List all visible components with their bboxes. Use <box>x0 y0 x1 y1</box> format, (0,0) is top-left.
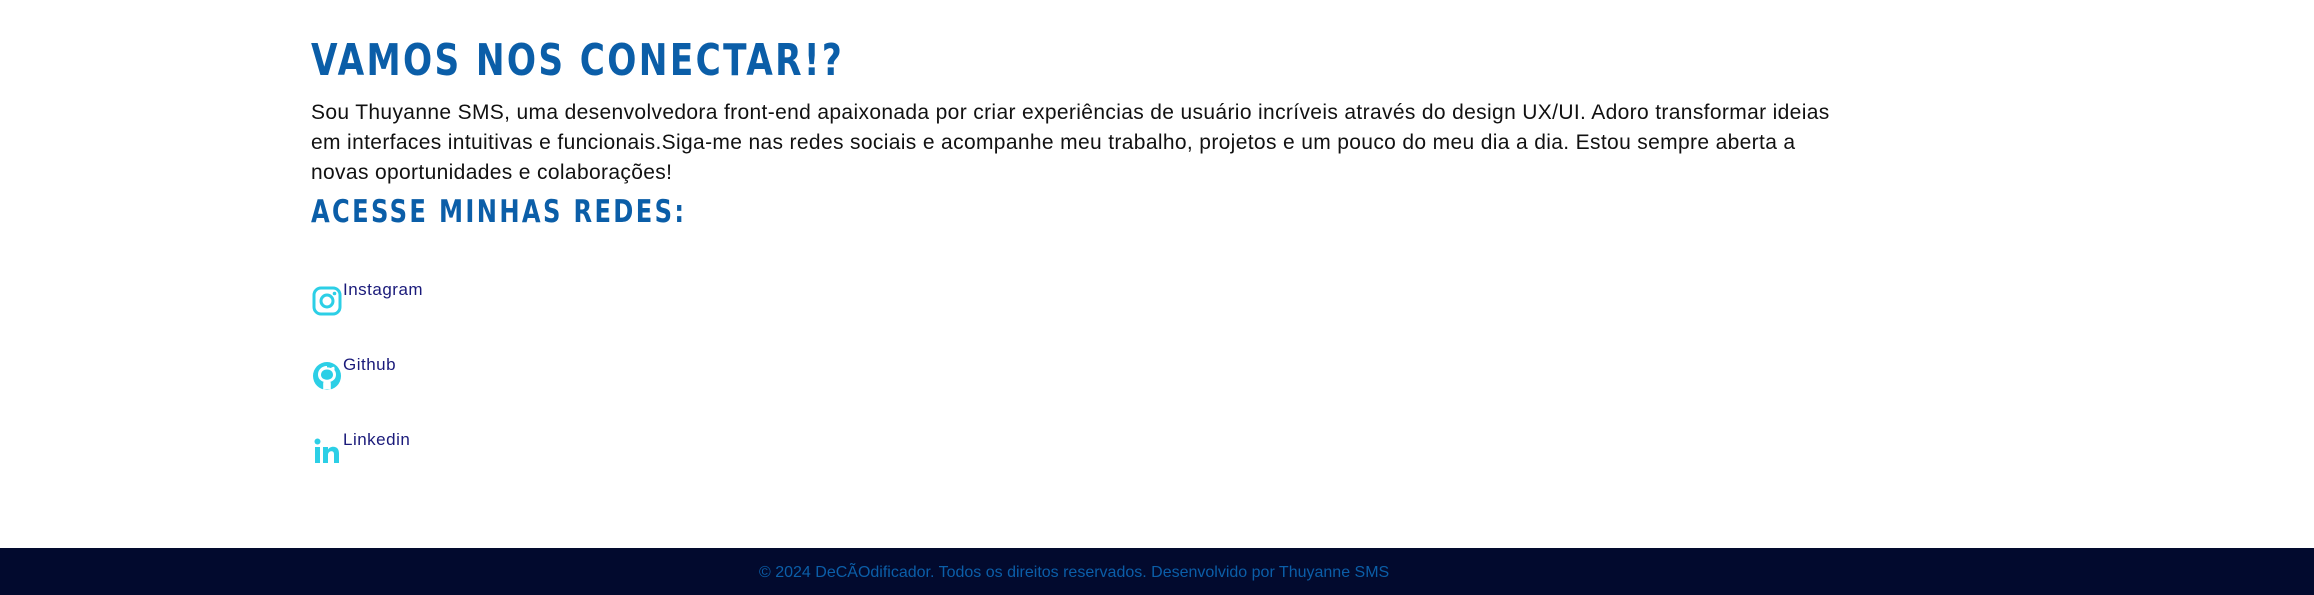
linkedin-link[interactable]: Linkedin <box>311 430 410 467</box>
github-icon <box>311 360 343 392</box>
github-link[interactable]: Github <box>311 355 396 392</box>
page-title: VAMOS NOS CONECTAR!? <box>311 35 845 86</box>
footer: © 2024 DeCÃOdificador. Todos os direitos… <box>0 548 2314 595</box>
linkedin-label: Linkedin <box>343 430 411 449</box>
instagram-link[interactable]: Instagram <box>311 280 423 317</box>
footer-copyright: © 2024 DeCÃOdificador. Todos os direitos… <box>759 564 1390 581</box>
linkedin-icon <box>311 435 343 467</box>
intro-paragraph: Sou Thuyanne SMS, uma desenvolvedora fro… <box>311 101 1830 184</box>
instagram-label: Instagram <box>343 280 424 299</box>
instagram-icon <box>311 285 343 317</box>
github-label: Github <box>343 355 397 374</box>
page: VAMOS NOS CONECTAR!? Sou Thuyanne SMS, u… <box>0 0 2314 595</box>
social-section-title: ACESSE MINHAS REDES: <box>311 194 687 230</box>
